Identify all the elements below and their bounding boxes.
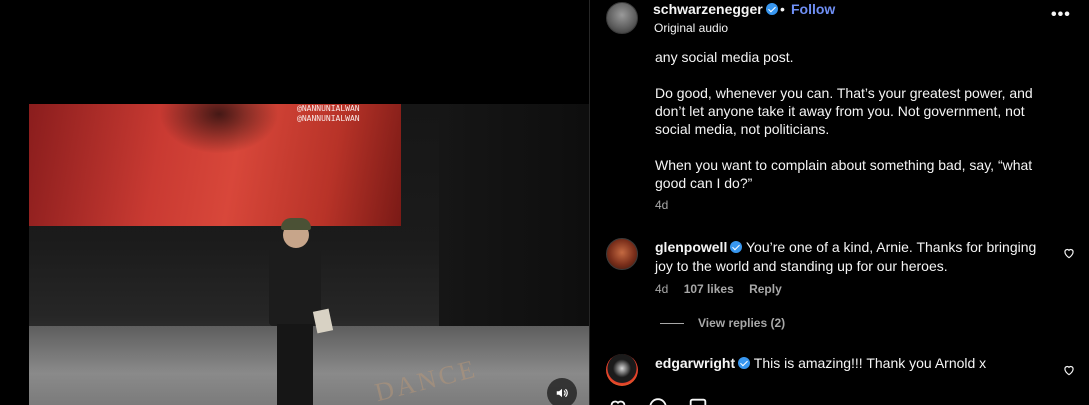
screen-handle-1: @NANNUNIALWAN xyxy=(297,104,360,113)
post-timestamp[interactable]: 4d xyxy=(655,198,668,212)
screen-handle-2: @NANNUNIALWAN xyxy=(297,114,360,123)
speaker-paper xyxy=(312,308,334,334)
speaker-cap xyxy=(281,218,311,230)
audio-label[interactable]: Original audio xyxy=(654,21,728,35)
theater-wall xyxy=(439,104,589,334)
owner-username[interactable]: schwarzenegger xyxy=(653,1,778,17)
speaker-icon xyxy=(556,388,568,398)
like-comment-heart-icon[interactable] xyxy=(1062,246,1076,260)
more-options-icon[interactable]: ••• xyxy=(1051,6,1071,24)
speaker-figure xyxy=(265,218,334,405)
post-panel: schwarzenegger • Follow Original audio •… xyxy=(589,0,1089,405)
view-replies-button[interactable]: View replies (2) xyxy=(660,316,785,330)
comment-meta: 4d 107 likes Reply xyxy=(655,282,794,296)
post-action-bar xyxy=(590,396,1089,405)
verified-badge-icon xyxy=(765,3,778,15)
speaker-legs xyxy=(277,324,313,405)
replies-divider-line xyxy=(660,323,684,324)
share-icon[interactable] xyxy=(686,396,710,405)
header-separator: • xyxy=(780,1,785,17)
verified-badge-icon xyxy=(738,357,751,369)
view-replies-label[interactable]: View replies (2) xyxy=(698,316,785,330)
post-header: schwarzenegger • Follow Original audio •… xyxy=(590,0,1089,42)
projection-screen: @NANNUNIALWAN @NANNUNIALWAN xyxy=(29,104,401,226)
comment-bubble-icon[interactable] xyxy=(646,396,670,405)
owner-avatar[interactable] xyxy=(606,2,638,34)
audio-toggle-button[interactable] xyxy=(547,378,577,405)
commenter-username[interactable]: edgarwright xyxy=(655,355,735,371)
like-comment-heart-icon[interactable] xyxy=(1062,363,1076,377)
commenter-avatar[interactable] xyxy=(606,238,638,270)
caption-paragraph-1: any social media post. xyxy=(655,49,794,65)
screen-figures xyxy=(159,104,279,154)
owner-username-text[interactable]: schwarzenegger xyxy=(653,1,763,17)
like-heart-icon[interactable] xyxy=(606,396,630,405)
comment-text-block: glenpowell You’re one of a kind, Arnie. … xyxy=(655,238,1050,276)
commenter-username[interactable]: glenpowell xyxy=(655,239,727,255)
comment-text-block: edgarwright This is amazing!!! Thank you… xyxy=(655,354,1050,373)
caption-paragraph-2: Do good, whenever you can. That’s your g… xyxy=(655,85,1033,137)
comment-time[interactable]: 4d xyxy=(655,282,668,296)
post-caption: any social media post. Do good, whenever… xyxy=(655,48,1050,210)
caption-paragraph-3: When you want to complain about somethin… xyxy=(655,157,1033,191)
screen-handles: @NANNUNIALWAN @NANNUNIALWAN xyxy=(297,104,360,124)
commenter-avatar[interactable] xyxy=(606,354,638,386)
media-panel: @NANNUNIALWAN @NANNUNIALWAN DANCE xyxy=(0,0,589,405)
comment-likes[interactable]: 107 likes xyxy=(684,282,734,296)
reply-button[interactable]: Reply xyxy=(749,282,782,296)
video-player[interactable]: @NANNUNIALWAN @NANNUNIALWAN DANCE xyxy=(29,104,589,405)
follow-button[interactable]: Follow xyxy=(791,1,835,17)
verified-badge-icon xyxy=(730,241,743,253)
comment-body: This is amazing!!! Thank you Arnold x xyxy=(753,355,987,371)
